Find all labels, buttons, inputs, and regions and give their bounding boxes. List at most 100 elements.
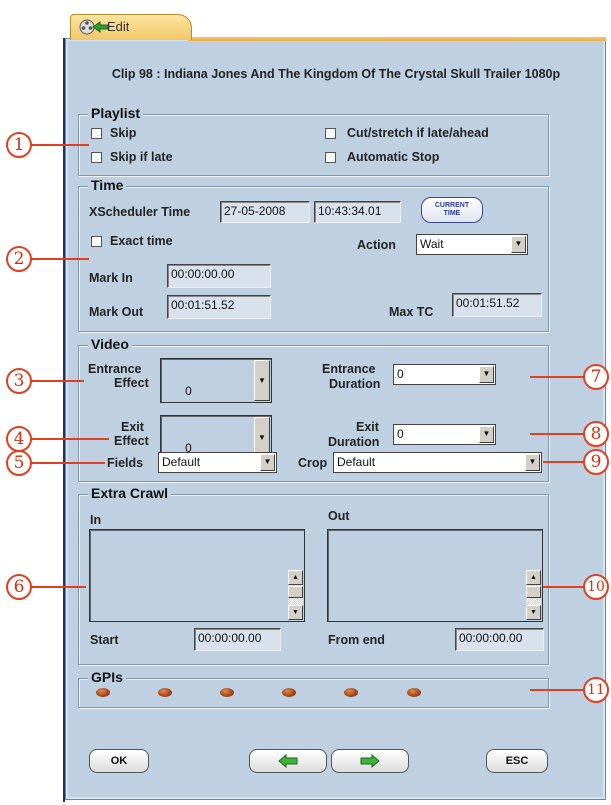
crawl-out-label: Out xyxy=(328,509,350,523)
scroll-thumb[interactable] xyxy=(526,586,541,598)
callout-6: 6 xyxy=(6,574,32,600)
entrance-duration-label-2: Duration xyxy=(329,377,381,391)
xscheduler-time-field[interactable]: 10:43:34.01 xyxy=(314,201,401,223)
from-end-label: From end xyxy=(328,633,385,647)
esc-button[interactable]: ESC xyxy=(486,749,548,773)
action-label: Action xyxy=(357,238,396,252)
callout-10: 10 xyxy=(583,574,609,600)
chevron-down-icon[interactable]: ▼ xyxy=(479,366,494,383)
callout-line-10 xyxy=(543,586,586,588)
tab-strip xyxy=(188,37,606,41)
entrance-duration-select[interactable]: 0 ▼ xyxy=(393,364,496,385)
cut-stretch-label: Cut/stretch if late/ahead xyxy=(347,126,489,140)
entrance-duration-value: 0 xyxy=(397,367,404,381)
video-legend: Video xyxy=(88,336,132,352)
current-time-line1: CURRENT xyxy=(434,202,470,209)
left-arrow-icon xyxy=(278,753,298,769)
ok-button[interactable]: OK xyxy=(89,749,149,773)
cut-stretch-checkbox[interactable] xyxy=(325,128,336,139)
entrance-effect-value: 0 xyxy=(185,384,192,398)
next-button[interactable] xyxy=(331,749,409,773)
chevron-down-icon[interactable]: ▼ xyxy=(254,360,270,401)
gpis-legend: GPIs xyxy=(88,669,126,685)
right-arrow-icon xyxy=(360,753,380,769)
callout-line-11 xyxy=(530,689,586,691)
crawl-out-scrollbar[interactable]: ▲ ▼ xyxy=(526,570,541,620)
max-tc-field[interactable]: 00:01:51.52 xyxy=(452,293,542,317)
film-reel-icon xyxy=(79,19,109,35)
callout-2: 2 xyxy=(6,246,32,272)
from-end-field[interactable]: 00:00:00.00 xyxy=(455,628,544,651)
current-time-button[interactable]: CURRENT TIME xyxy=(421,197,483,223)
callout-5: 5 xyxy=(6,450,32,476)
xscheduler-date-field[interactable]: 27-05-2008 xyxy=(220,201,310,223)
time-legend: Time xyxy=(88,177,127,193)
callout-line-6 xyxy=(31,586,86,588)
previous-button[interactable] xyxy=(249,749,327,773)
callout-7: 7 xyxy=(583,364,609,390)
callout-line-1 xyxy=(31,144,89,146)
scroll-down-icon[interactable]: ▼ xyxy=(288,605,303,620)
exit-duration-select[interactable]: 0 ▼ xyxy=(393,424,496,445)
callout-11: 11 xyxy=(583,677,609,703)
playlist-group xyxy=(78,114,549,176)
gpi-indicator-6[interactable] xyxy=(407,688,421,697)
chevron-down-icon[interactable]: ▼ xyxy=(479,426,494,443)
gpi-indicator-1[interactable] xyxy=(96,688,110,697)
gpi-indicator-5[interactable] xyxy=(344,688,358,697)
crawl-out-textarea[interactable]: ▲ ▼ xyxy=(327,529,543,622)
current-time-line2: TIME xyxy=(443,210,461,217)
skip-checkbox[interactable] xyxy=(91,128,102,139)
exact-time-checkbox[interactable] xyxy=(91,236,102,247)
callout-line-2 xyxy=(31,258,89,260)
mark-in-label: Mark In xyxy=(89,271,133,285)
crop-value: Default xyxy=(337,455,376,469)
callout-line-9 xyxy=(543,461,586,463)
entrance-effect-label-1: Entrance xyxy=(88,362,142,376)
skip-if-late-checkbox[interactable] xyxy=(91,152,102,163)
chevron-down-icon[interactable]: ▼ xyxy=(260,454,275,471)
start-label: Start xyxy=(90,633,119,647)
crawl-in-scrollbar[interactable]: ▲ ▼ xyxy=(288,570,303,620)
callout-line-4 xyxy=(31,438,109,440)
automatic-stop-checkbox[interactable] xyxy=(325,152,336,163)
exit-effect-label-1: Exit xyxy=(121,420,144,434)
mark-out-label: Mark Out xyxy=(89,305,144,319)
mark-out-field[interactable]: 00:01:51.52 xyxy=(167,295,271,319)
chevron-down-icon[interactable]: ▼ xyxy=(525,454,540,471)
entrance-effect-select[interactable]: 0 ▼ xyxy=(160,358,272,403)
gpi-indicator-2[interactable] xyxy=(158,688,172,697)
clip-title: Clip 98 : Indiana Jones And The Kingdom … xyxy=(111,67,561,81)
start-field[interactable]: 00:00:00.00 xyxy=(194,628,281,651)
gpi-indicator-4[interactable] xyxy=(282,688,296,697)
max-tc-label: Max TC xyxy=(389,305,434,319)
skip-label: Skip xyxy=(110,126,137,140)
callout-9: 9 xyxy=(583,449,609,475)
scroll-up-icon[interactable]: ▲ xyxy=(288,570,303,585)
mark-in-field[interactable]: 00:00:00.00 xyxy=(167,264,271,288)
callout-line-8 xyxy=(530,433,586,435)
action-select[interactable]: Wait ▼ xyxy=(416,234,528,255)
crawl-in-textarea[interactable]: ▲ ▼ xyxy=(89,529,305,622)
callout-line-3 xyxy=(31,380,84,382)
fields-label: Fields xyxy=(107,456,144,470)
scroll-down-icon[interactable]: ▼ xyxy=(526,605,541,620)
chevron-down-icon[interactable]: ▼ xyxy=(511,236,526,253)
tab-label: Edit xyxy=(107,19,130,34)
playlist-legend: Playlist xyxy=(88,105,144,121)
callout-1: 1 xyxy=(6,132,32,158)
action-value: Wait xyxy=(420,237,444,251)
callout-4: 4 xyxy=(6,426,32,452)
xscheduler-time-label: XScheduler Time xyxy=(89,205,191,219)
fields-select[interactable]: Default ▼ xyxy=(158,452,277,473)
crop-label: Crop xyxy=(298,456,328,470)
tab-edit[interactable] xyxy=(70,14,192,40)
callout-line-5 xyxy=(31,462,105,464)
scroll-up-icon[interactable]: ▲ xyxy=(526,570,541,585)
scroll-thumb[interactable] xyxy=(288,586,303,598)
entrance-duration-label-1: Entrance xyxy=(322,362,376,376)
crop-select[interactable]: Default ▼ xyxy=(333,452,542,473)
extra-crawl-legend: Extra Crawl xyxy=(88,485,172,501)
gpis-group xyxy=(78,678,549,708)
gpi-indicator-3[interactable] xyxy=(220,688,234,697)
